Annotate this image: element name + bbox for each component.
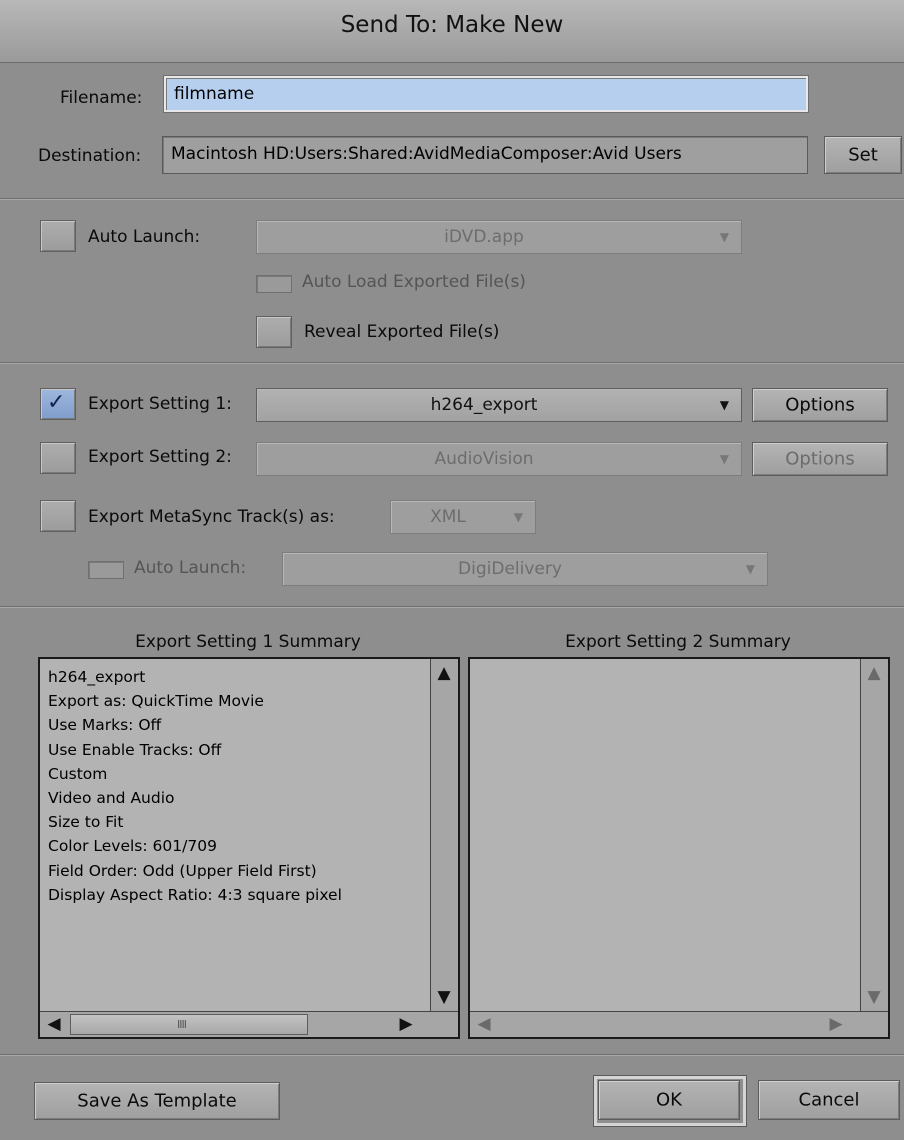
export-setting-1-label: Export Setting 1:: [88, 394, 232, 414]
checkmark-icon: ✓: [47, 390, 66, 415]
divider: [0, 198, 904, 200]
summary-line: Field Order: Odd (Upper Field First): [48, 861, 317, 880]
ok-button[interactable]: OK: [598, 1080, 740, 1120]
reveal-label: Reveal Exported File(s): [304, 322, 500, 342]
sub-auto-launch-label: Auto Launch:: [134, 558, 247, 578]
divider: [0, 362, 904, 364]
arrow-down-icon[interactable]: ▼: [862, 985, 886, 1009]
arrow-left-icon[interactable]: ◀: [472, 1012, 496, 1036]
chevron-down-icon: ▼: [745, 562, 755, 576]
cancel-button[interactable]: Cancel: [758, 1080, 900, 1120]
summary-line: Display Aspect Ratio: 4:3 square pixel: [48, 885, 342, 904]
set-button[interactable]: Set: [824, 136, 902, 174]
horizontal-scrollbar[interactable]: ◀ ▶: [470, 1011, 888, 1037]
summary-line: Export as: QuickTime Movie: [48, 692, 264, 711]
arrow-up-icon[interactable]: ▲: [432, 661, 456, 685]
arrow-left-icon[interactable]: ◀: [42, 1012, 66, 1036]
filename-input[interactable]: filmname: [163, 75, 809, 113]
scroll-thumb[interactable]: IIII: [70, 1014, 308, 1035]
auto-load-checkbox[interactable]: [256, 275, 292, 293]
summary-2-title: Export Setting 2 Summary: [565, 632, 791, 652]
vertical-scrollbar[interactable]: ▲ ▼: [430, 659, 458, 1011]
chevron-down-icon: ▼: [719, 230, 729, 244]
export-setting-2-options-button[interactable]: Options: [752, 442, 888, 476]
sub-auto-launch-checkbox[interactable]: [88, 561, 124, 579]
summary-line: Video and Audio: [48, 789, 175, 808]
summary-1-text: h264_export Export as: QuickTime Movie Use…: [48, 665, 342, 907]
send-to-dialog: Send To: Make New Filename: filmname Des…: [0, 0, 904, 1140]
filename-label: Filename:: [60, 88, 143, 108]
summary-line: Use Marks: Off: [48, 716, 162, 735]
grip-icon: IIII: [177, 1018, 187, 1031]
vertical-scrollbar[interactable]: ▲ ▼: [860, 659, 888, 1011]
export-setting-2-label: Export Setting 2:: [88, 447, 232, 467]
destination-field: Macintosh HD:Users:Shared:AvidMediaCompo…: [162, 136, 808, 174]
divider: [0, 606, 904, 608]
export-setting-1-checkbox[interactable]: ✓: [40, 388, 76, 420]
export-setting-2-checkbox[interactable]: [40, 442, 76, 474]
summary-line: Custom: [48, 764, 108, 783]
summary-line: Size to Fit: [48, 813, 124, 832]
dialog-title: Send To: Make New: [340, 12, 564, 38]
metasync-format-select[interactable]: XML ▼: [390, 500, 536, 534]
destination-label: Destination:: [38, 146, 142, 166]
chevron-down-icon: ▼: [719, 398, 729, 412]
sub-auto-launch-select[interactable]: DigiDelivery ▼: [282, 552, 768, 586]
export-metasync-label: Export MetaSync Track(s) as:: [88, 507, 335, 527]
arrow-right-icon[interactable]: ▶: [824, 1012, 848, 1036]
auto-launch-label: Auto Launch:: [88, 227, 201, 247]
summary-line: Use Enable Tracks: Off: [48, 740, 222, 759]
export-setting-1-select[interactable]: h264_export ▼: [256, 388, 742, 422]
chevron-down-icon: ▼: [513, 510, 523, 524]
export-setting-2-select[interactable]: AudioVision ▼: [256, 442, 742, 476]
divider: [0, 1054, 904, 1056]
horizontal-scrollbar[interactable]: ◀ IIII ▶: [40, 1011, 458, 1037]
chevron-down-icon: ▼: [719, 452, 729, 466]
summary-line: Color Levels: 601/709: [48, 837, 217, 856]
summary-2-panel[interactable]: ▲ ▼ ◀ ▶: [468, 657, 890, 1039]
summary-1-title: Export Setting 1 Summary: [135, 632, 361, 652]
save-as-template-button[interactable]: Save As Template: [34, 1082, 280, 1120]
summary-1-panel[interactable]: h264_export Export as: QuickTime Movie Use…: [38, 657, 460, 1039]
arrow-down-icon[interactable]: ▼: [432, 985, 456, 1009]
summary-line: h264_export: [48, 668, 146, 686]
filename-value: filmname: [174, 84, 255, 104]
arrow-right-icon[interactable]: ▶: [394, 1012, 418, 1036]
destination-value: Macintosh HD:Users:Shared:AvidMediaCompo…: [171, 144, 682, 164]
auto-launch-checkbox[interactable]: [40, 220, 76, 252]
reveal-checkbox[interactable]: [256, 316, 292, 348]
auto-load-label: Auto Load Exported File(s): [302, 272, 526, 292]
export-metasync-checkbox[interactable]: [40, 500, 76, 532]
arrow-up-icon[interactable]: ▲: [862, 661, 886, 685]
title-bar[interactable]: Send To: Make New: [0, 0, 904, 63]
export-setting-1-options-button[interactable]: Options: [752, 388, 888, 422]
auto-launch-app-select[interactable]: iDVD.app ▼: [256, 220, 742, 254]
